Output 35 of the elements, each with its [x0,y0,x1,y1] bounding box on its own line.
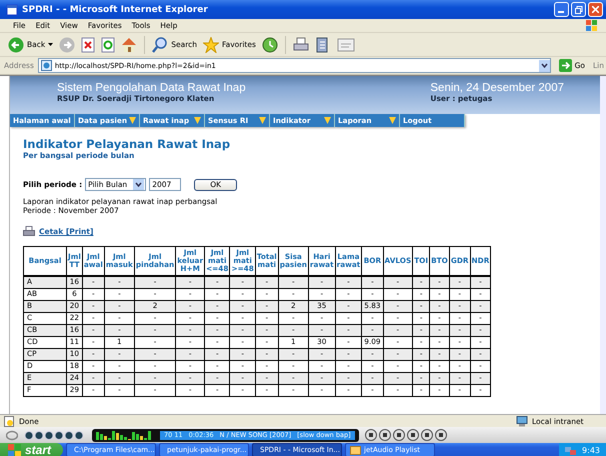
arrow-right-icon [558,59,572,72]
computer-icon [516,416,528,426]
stop-button[interactable] [79,36,98,54]
site-title: Sistem Pengolahan Data Rawat Inap [57,82,246,94]
page-title: Indikator Pelayanan Rawat Inap [23,137,232,151]
stop-icon [81,36,96,52]
search-icon [152,36,168,52]
restore-icon [574,6,582,14]
window-icon [350,444,362,456]
close-button[interactable] [588,2,603,17]
clock-icon [262,36,278,52]
home-icon [121,36,138,52]
print-button[interactable] [290,36,311,54]
printer-icon [23,226,35,237]
refresh-icon [101,36,116,52]
restore-button[interactable] [571,2,586,17]
page-icon [40,60,52,71]
history-button[interactable] [260,36,280,54]
clock-text: 9:43 [582,446,600,454]
minimize-button[interactable] [554,2,569,17]
window-icon [336,38,355,52]
printer-icon [292,36,309,52]
window-title: SPDRI - - Microsoft Internet Explorer [22,4,208,14]
refresh-button[interactable] [99,36,118,54]
star-icon [203,36,219,52]
player-logo-icon [6,430,18,440]
network-icon [565,444,576,456]
page-icon [4,416,15,426]
browser-icon [6,4,18,16]
close-icon [592,6,599,13]
caret-icon [48,43,54,46]
windows-logo-icon [586,20,598,31]
control-buttons-drawing [24,430,86,440]
windows-logo-icon [8,444,21,456]
date-text: Senin, 24 Desember 2007 [430,82,564,94]
